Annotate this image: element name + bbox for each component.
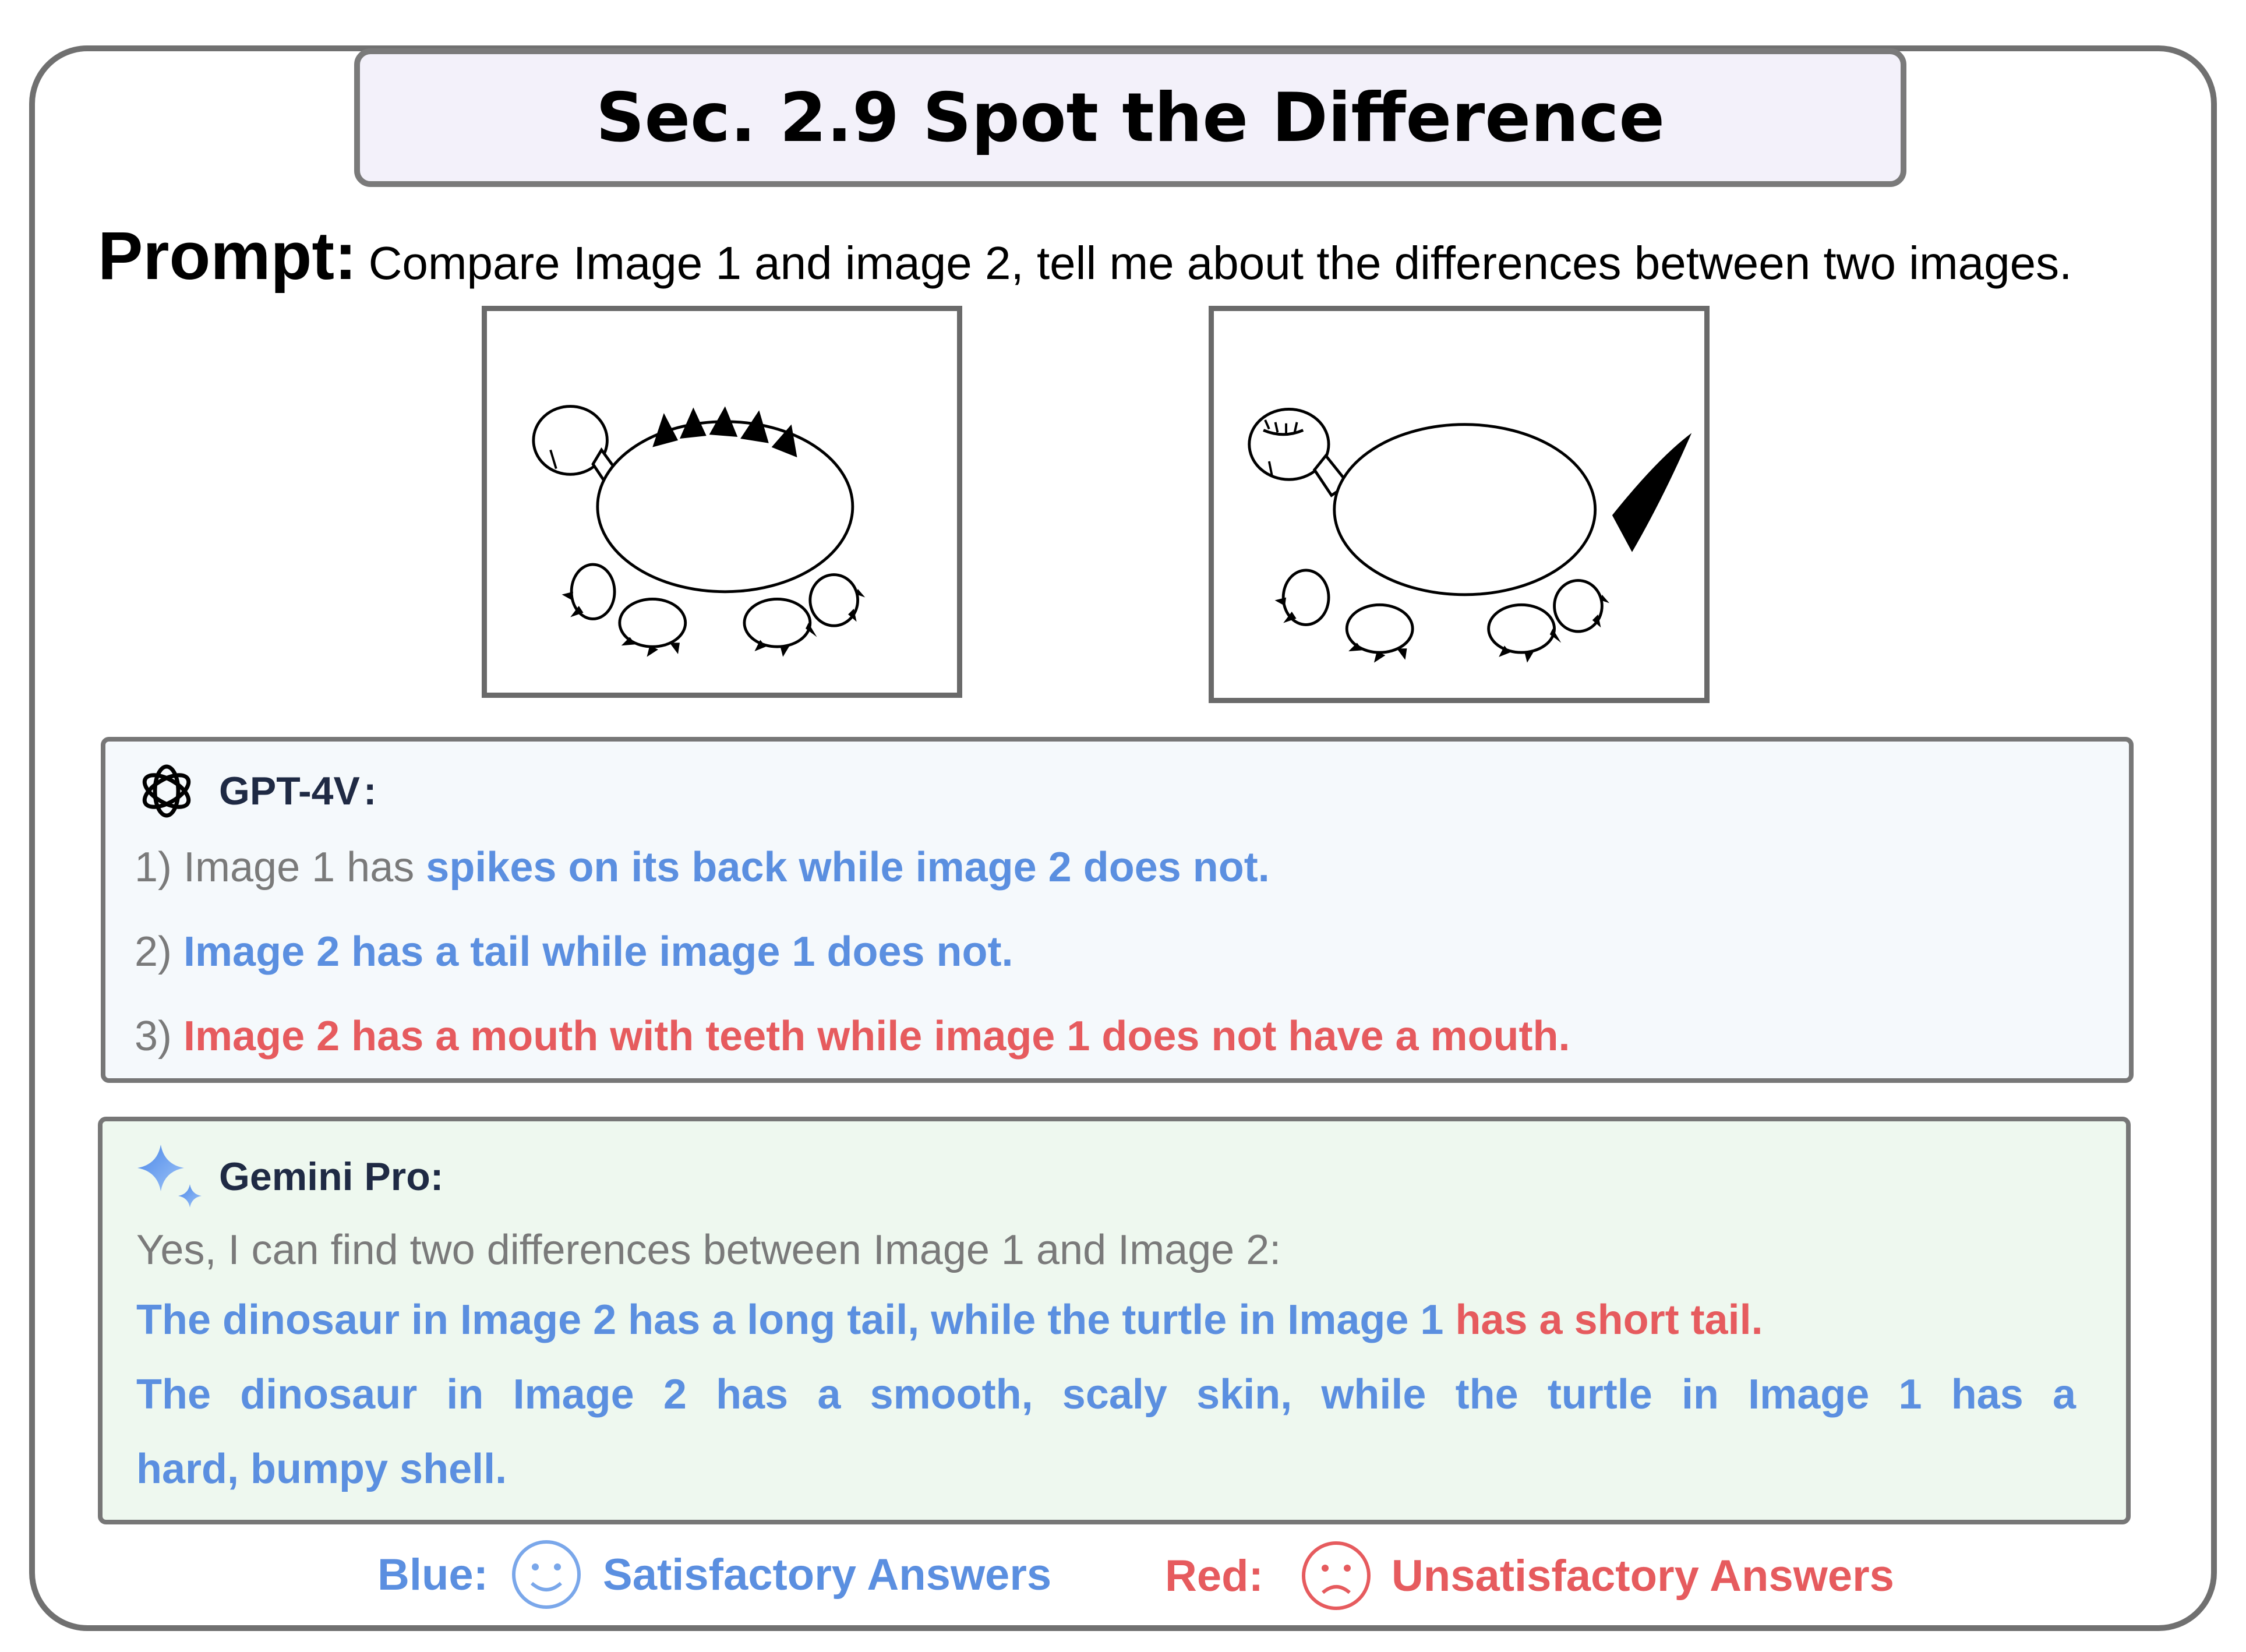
gemini-line-1: The dinosaur in Image 2 has a long tail,…	[136, 1296, 1763, 1344]
title-banner: Sec. 2.9 Spot the Difference	[354, 48, 1906, 187]
gpt4v-colon: :	[363, 769, 377, 813]
gemini-line-3: hard, bumpy shell.	[136, 1445, 507, 1493]
gpt4v-item-3-prefix: 3)	[135, 1013, 184, 1060]
gpt4v-item-1: 1) Image 1 has spikes on its back while …	[135, 843, 1270, 891]
openai-logo-icon	[142, 764, 191, 818]
gemini-line-2-text: The dinosaur in Image 2 has a smooth, sc…	[136, 1371, 2076, 1418]
gemini-line-1-red: has a short tail.	[1455, 1297, 1763, 1343]
gemini-line-1-blue: The dinosaur in Image 2 has a long tail,…	[136, 1297, 1456, 1343]
gemini-header: Gemini Pro:	[132, 1139, 443, 1215]
legend-red-text: Unsatisfactory Answers	[1391, 1551, 1894, 1601]
gemini-intro: Yes, I can find two differences between …	[136, 1226, 1281, 1274]
legend-red: Red: Unsatisfactory Answers	[1165, 1538, 1894, 1614]
gemini-sparkle-icon	[137, 1145, 202, 1208]
turtle-spikes-drawing	[532, 405, 866, 657]
gemini-line-3-text: hard, bumpy shell.	[136, 1446, 507, 1492]
gpt4v-item-1-answer: spikes on its back while image 2 does no…	[426, 844, 1270, 891]
gemini-line-2: The dinosaur in Image 2 has a smooth, sc…	[136, 1371, 2076, 1418]
legend-red-label: Red:	[1165, 1551, 1263, 1601]
legend-blue-label: Blue:	[377, 1549, 488, 1600]
sad-face-icon	[1301, 1541, 1371, 1610]
gpt4v-item-1-prefix: 1) Image 1 has	[135, 844, 426, 891]
gpt4v-item-2-answer: Image 2 has a tail while image 1 does no…	[183, 929, 1013, 975]
prompt-label: Prompt:	[98, 218, 357, 294]
gpt4v-header: GPT-4V:	[135, 759, 377, 823]
page-title: Sec. 2.9 Spot the Difference	[595, 78, 1665, 157]
gpt4v-name: GPT-4V	[219, 769, 360, 813]
image-1	[482, 306, 962, 698]
gpt4v-item-3-answer: Image 2 has a mouth with teeth while ima…	[183, 1013, 1570, 1060]
gemini-intro-text: Yes, I can find two differences between …	[136, 1227, 1281, 1273]
gpt4v-item-3: 3) Image 2 has a mouth with teeth while …	[135, 1012, 1570, 1060]
smiley-face-icon	[512, 1540, 581, 1609]
legend-blue: Blue: Satisfactory Answers	[377, 1537, 1051, 1612]
gpt4v-answer-box: GPT-4V: 1) Image 1 has spikes on its bac…	[101, 737, 2134, 1083]
image-2	[1209, 306, 1710, 703]
gemini-name: Gemini Pro:	[219, 1155, 444, 1199]
gpt4v-item-2-prefix: 2)	[135, 929, 184, 975]
gemini-answer-box: Gemini Pro: Yes, I can find two differen…	[98, 1117, 2131, 1524]
prompt-row: Prompt: Compare Image 1 and image 2, tell…	[98, 217, 2072, 295]
prompt-text: Compare Image 1 and image 2, tell me abo…	[368, 237, 2072, 289]
turtle-tail-drawing	[1248, 408, 1692, 663]
legend-blue-text: Satisfactory Answers	[603, 1549, 1052, 1600]
gpt4v-item-2: 2) Image 2 has a tail while image 1 does…	[135, 928, 1013, 976]
